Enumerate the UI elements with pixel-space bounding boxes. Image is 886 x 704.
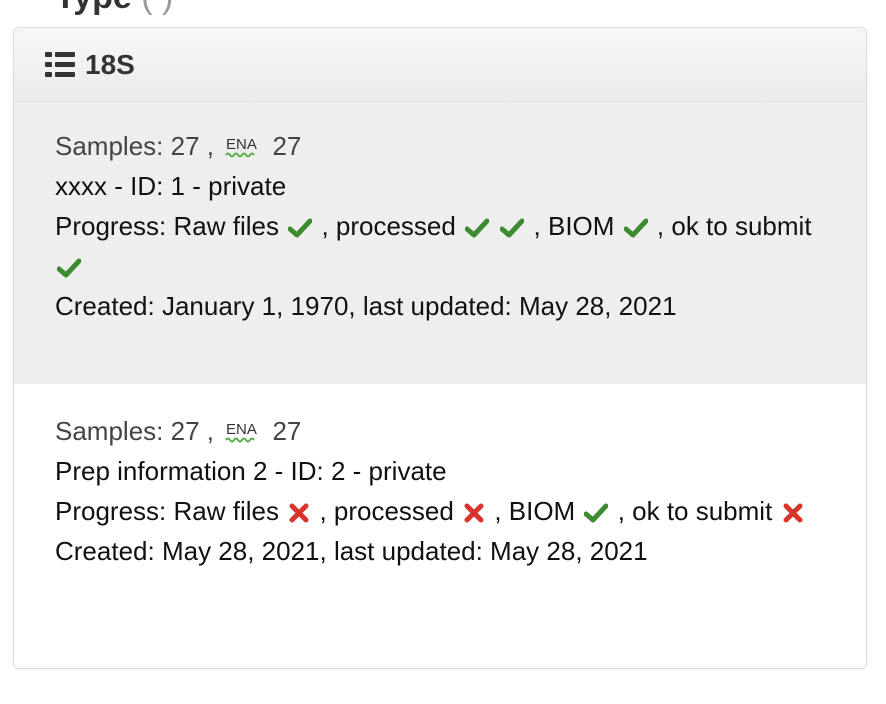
progress-line: Progress: Raw files , processed , BIOM ,… bbox=[55, 491, 846, 531]
samples-count: Samples: 27 , bbox=[55, 131, 214, 161]
check-icon bbox=[500, 218, 525, 238]
progress-line: Progress: Raw files , processed , BIOM ,… bbox=[55, 206, 846, 286]
partial-heading-clipped: Type ( ) bbox=[55, 0, 173, 17]
cross-icon bbox=[783, 503, 803, 523]
list-icon bbox=[45, 51, 75, 78]
dates-line: Created: January 1, 1970, last updated: … bbox=[55, 291, 677, 321]
check-icon bbox=[57, 258, 81, 278]
check-icon bbox=[465, 218, 490, 238]
svg-text:ENA: ENA bbox=[226, 136, 257, 153]
cross-icon bbox=[464, 503, 484, 523]
ena-count: 27 bbox=[272, 416, 302, 446]
panel-title: 18S bbox=[85, 48, 135, 80]
check-icon bbox=[623, 218, 648, 238]
check-icon bbox=[288, 218, 313, 238]
ena-logo-icon: ENA bbox=[225, 421, 257, 443]
samples-count: Samples: 27 , bbox=[55, 416, 214, 446]
panel-header[interactable]: 18S bbox=[14, 28, 866, 102]
prep-panel-18s: 18S Samples: 27 , ENA 27 xxxx - ID: 1 - … bbox=[13, 27, 867, 669]
ena-logo-icon: ENA bbox=[225, 136, 257, 158]
svg-text:ENA: ENA bbox=[226, 421, 257, 438]
prep-item-2[interactable]: Samples: 27 , ENA 27 Prep information 2 … bbox=[14, 384, 866, 668]
cross-icon bbox=[289, 503, 309, 523]
prep-name-link[interactable]: xxxx - ID: 1 - private bbox=[55, 166, 846, 206]
samples-line: Samples: 27 , ENA 27 bbox=[55, 126, 846, 166]
check-icon bbox=[584, 503, 609, 523]
ena-count: 27 bbox=[272, 131, 302, 161]
prep-item-1[interactable]: Samples: 27 , ENA 27 xxxx - ID: 1 - priv… bbox=[14, 102, 866, 384]
dates-line: Created: May 28, 2021, last updated: May… bbox=[55, 536, 648, 566]
samples-line: Samples: 27 , ENA 27 bbox=[55, 411, 846, 451]
prep-name-link[interactable]: Prep information 2 - ID: 2 - private bbox=[55, 451, 846, 491]
